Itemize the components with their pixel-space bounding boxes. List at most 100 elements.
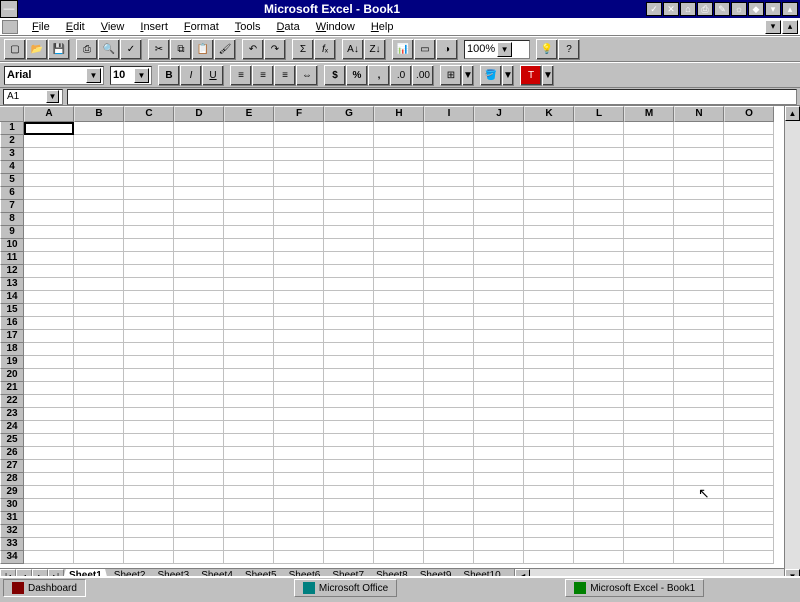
- column-header[interactable]: I: [424, 106, 474, 122]
- cell[interactable]: [674, 525, 724, 538]
- cell[interactable]: [574, 538, 624, 551]
- cell[interactable]: [24, 226, 74, 239]
- cell[interactable]: [624, 408, 674, 421]
- cell[interactable]: [74, 330, 124, 343]
- row-header[interactable]: 23: [0, 408, 24, 421]
- column-header[interactable]: L: [574, 106, 624, 122]
- underline-icon[interactable]: U: [202, 65, 224, 86]
- cell[interactable]: [474, 213, 524, 226]
- cell[interactable]: [624, 304, 674, 317]
- cell[interactable]: [424, 525, 474, 538]
- row-header[interactable]: 7: [0, 200, 24, 213]
- cell[interactable]: [324, 512, 374, 525]
- cell[interactable]: [674, 408, 724, 421]
- cell[interactable]: [24, 122, 74, 135]
- cell[interactable]: [574, 486, 624, 499]
- scroll-up-icon[interactable]: ▲: [785, 106, 800, 121]
- cell[interactable]: [174, 538, 224, 551]
- cell[interactable]: [324, 538, 374, 551]
- cell[interactable]: [424, 447, 474, 460]
- menu-format[interactable]: Format: [176, 21, 227, 33]
- cell[interactable]: [24, 148, 74, 161]
- cell[interactable]: [224, 122, 274, 135]
- row-header[interactable]: 6: [0, 187, 24, 200]
- cell[interactable]: [224, 291, 274, 304]
- cell[interactable]: [124, 343, 174, 356]
- cell[interactable]: [224, 174, 274, 187]
- cell[interactable]: [174, 330, 224, 343]
- cell[interactable]: [424, 473, 474, 486]
- cell[interactable]: [674, 382, 724, 395]
- cell[interactable]: [224, 434, 274, 447]
- titlebar-tool-icon[interactable]: ✎: [714, 2, 730, 16]
- cell[interactable]: [424, 538, 474, 551]
- cell[interactable]: [124, 421, 174, 434]
- cell[interactable]: [574, 343, 624, 356]
- cell[interactable]: [374, 486, 424, 499]
- cell[interactable]: [474, 395, 524, 408]
- column-header[interactable]: M: [624, 106, 674, 122]
- cell[interactable]: [374, 512, 424, 525]
- cell[interactable]: [724, 525, 774, 538]
- cell[interactable]: [374, 473, 424, 486]
- cell[interactable]: [624, 512, 674, 525]
- cell[interactable]: [274, 239, 324, 252]
- cell[interactable]: [324, 551, 374, 564]
- cell[interactable]: [174, 265, 224, 278]
- cell[interactable]: [624, 265, 674, 278]
- cell[interactable]: [324, 174, 374, 187]
- cell[interactable]: [474, 252, 524, 265]
- cell[interactable]: [724, 200, 774, 213]
- cell[interactable]: [374, 447, 424, 460]
- cell[interactable]: [74, 304, 124, 317]
- cell[interactable]: [324, 343, 374, 356]
- cell[interactable]: [524, 486, 574, 499]
- cell[interactable]: [674, 369, 724, 382]
- cell[interactable]: [224, 200, 274, 213]
- titlebar-tool-icon[interactable]: ✕: [663, 2, 679, 16]
- system-menu-icon[interactable]: —: [0, 0, 18, 18]
- cell[interactable]: [174, 499, 224, 512]
- cell[interactable]: [374, 148, 424, 161]
- cell[interactable]: [474, 512, 524, 525]
- cell[interactable]: [624, 395, 674, 408]
- row-header[interactable]: 1: [0, 122, 24, 135]
- cell[interactable]: [724, 213, 774, 226]
- cell[interactable]: [424, 369, 474, 382]
- cell[interactable]: [374, 278, 424, 291]
- cell[interactable]: [274, 434, 324, 447]
- cell[interactable]: [474, 291, 524, 304]
- cell[interactable]: [124, 148, 174, 161]
- cell[interactable]: [374, 369, 424, 382]
- cell[interactable]: [74, 200, 124, 213]
- cell[interactable]: [724, 187, 774, 200]
- font-color-dropdown-icon[interactable]: ▼: [542, 65, 554, 86]
- cell[interactable]: [474, 317, 524, 330]
- cell[interactable]: [574, 304, 624, 317]
- cell[interactable]: [674, 499, 724, 512]
- cell[interactable]: [574, 239, 624, 252]
- cell[interactable]: [24, 317, 74, 330]
- cell[interactable]: [374, 174, 424, 187]
- cell[interactable]: [74, 135, 124, 148]
- cell[interactable]: [174, 369, 224, 382]
- cell[interactable]: [424, 213, 474, 226]
- cell[interactable]: [274, 135, 324, 148]
- cell[interactable]: [474, 460, 524, 473]
- cell[interactable]: [124, 278, 174, 291]
- cell[interactable]: [424, 512, 474, 525]
- font-size-combo[interactable]: 10 ▼: [110, 66, 152, 85]
- cell[interactable]: [524, 356, 574, 369]
- row-header[interactable]: 11: [0, 252, 24, 265]
- cell[interactable]: [474, 408, 524, 421]
- cell[interactable]: [174, 421, 224, 434]
- cell[interactable]: [474, 200, 524, 213]
- cell[interactable]: [424, 174, 474, 187]
- cell[interactable]: [324, 265, 374, 278]
- cell[interactable]: [624, 421, 674, 434]
- cell[interactable]: [724, 278, 774, 291]
- cell[interactable]: [624, 226, 674, 239]
- cell[interactable]: [74, 356, 124, 369]
- cell[interactable]: [74, 395, 124, 408]
- cell[interactable]: [674, 265, 724, 278]
